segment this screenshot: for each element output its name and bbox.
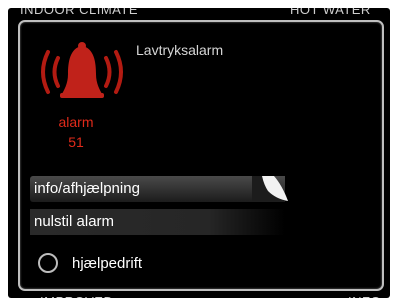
alarm-dialog: Lavtryksalarm alarm 51 info/afhjælpning …	[18, 20, 384, 291]
background-menu-hot-water: HOT WATER	[290, 8, 371, 17]
aid-mode-radio[interactable]	[38, 253, 58, 273]
alarm-title: Lavtryksalarm	[136, 42, 224, 58]
alarm-label: alarm	[58, 114, 94, 130]
alarm-code: 51	[68, 134, 84, 150]
alarm-bell-icon	[41, 42, 123, 98]
reset-alarm-label: nulstil alarm	[34, 213, 115, 230]
info-help-button[interactable]: info/afhjælpning	[30, 176, 288, 202]
background-menu-indoor-climate: INDOOR CLIMATE	[20, 8, 138, 17]
reset-alarm-button[interactable]: nulstil alarm	[30, 209, 285, 235]
aid-mode-label: hjælpedrift	[72, 255, 143, 272]
background-menu-bottom-right: INFO	[348, 294, 381, 298]
page-curl-icon	[252, 176, 288, 201]
background-menu-bottom-left: IMPROVED	[40, 294, 113, 298]
info-help-label: info/afhjælpning	[34, 180, 140, 197]
display-screen: INDOOR CLIMATE HOT WATER IMPROVED INFO L…	[8, 8, 390, 298]
